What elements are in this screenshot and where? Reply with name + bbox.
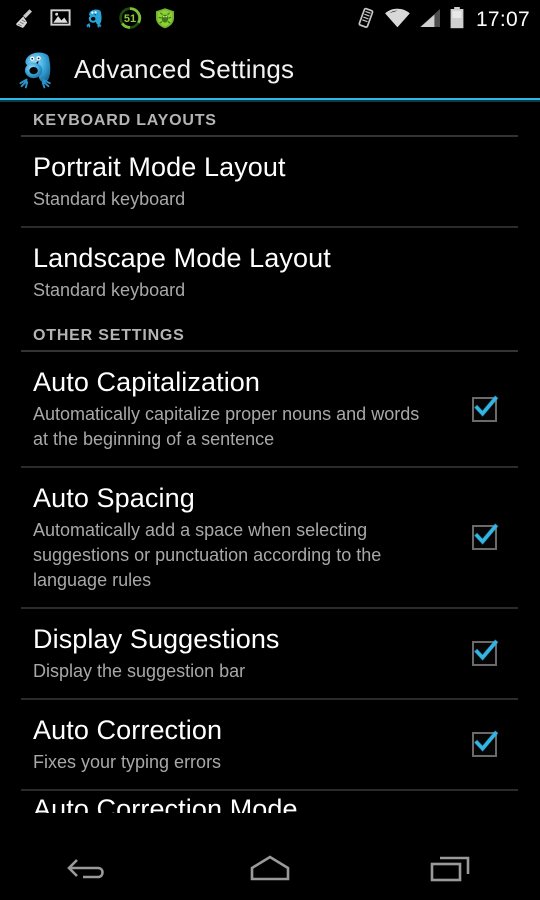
- status-bar: 51 17:07: [0, 0, 540, 40]
- pref-summary: Display the suggestion bar: [33, 661, 246, 681]
- pref-display-suggestions[interactable]: Display Suggestions Display the suggesti…: [0, 609, 540, 698]
- adaptxt-app-icon[interactable]: [16, 47, 60, 91]
- adaptxt-keyboard-icon: [83, 6, 107, 35]
- pref-text: Display Suggestions Display the suggesti…: [33, 622, 470, 684]
- antivirus-shield-icon: [153, 6, 177, 35]
- status-bar-clock: 17:07: [475, 8, 530, 31]
- checkbox-auto-spacing[interactable]: [470, 522, 500, 552]
- pref-summary: Fixes your typing errors: [33, 752, 222, 772]
- pref-title: Display Suggestions: [33, 624, 280, 654]
- checkbox-auto-capitalization[interactable]: [470, 394, 500, 424]
- pref-title: Auto Spacing: [33, 483, 195, 513]
- cell-signal-icon: [418, 7, 442, 34]
- cleaner-broom-icon: [14, 6, 38, 35]
- pref-text: Landscape Mode Layout Standard keyboard: [33, 241, 518, 303]
- pref-title: Auto Capitalization: [33, 367, 261, 397]
- pref-auto-correction[interactable]: Auto Correction Fixes your typing errors: [0, 700, 540, 789]
- nav-back-button[interactable]: [35, 842, 145, 900]
- check-icon: [469, 726, 502, 764]
- pref-auto-capitalization[interactable]: Auto Capitalization Automatically capita…: [0, 352, 540, 466]
- pref-summary: Automatically add a space when selecting…: [33, 520, 382, 590]
- settings-list[interactable]: KEYBOARD LAYOUTS Portrait Mode Layout St…: [0, 102, 540, 842]
- pref-landscape-mode-layout[interactable]: Landscape Mode Layout Standard keyboard: [0, 228, 540, 317]
- home-icon: [244, 852, 296, 891]
- section-header-other-settings: OTHER SETTINGS: [33, 327, 185, 344]
- pref-title: Portrait Mode Layout: [33, 152, 286, 182]
- battery-icon: [449, 6, 465, 35]
- pref-text: Portrait Mode Layout Standard keyboard: [33, 150, 518, 212]
- navigation-bar: [0, 842, 540, 900]
- pref-text: Auto Capitalization Automatically capita…: [33, 365, 470, 452]
- pref-summary: Standard keyboard: [33, 280, 186, 300]
- pref-text: Auto Correction Fixes your typing errors: [33, 713, 470, 775]
- vibrate-icon: [355, 6, 377, 35]
- android-screen: 51 17:07 Advanced Settings KEYBOARD LAYO…: [0, 0, 540, 900]
- check-icon: [469, 635, 502, 673]
- battery-saver-progress-icon: 51: [118, 6, 142, 35]
- pref-auto-correction-mode[interactable]: Auto Correction Mode: [0, 791, 540, 814]
- pref-portrait-mode-layout[interactable]: Portrait Mode Layout Standard keyboard: [0, 137, 540, 226]
- pref-text: Auto Spacing Automatically add a space w…: [33, 481, 470, 593]
- recent-apps-icon: [424, 852, 476, 891]
- section-header-keyboard-layouts: KEYBOARD LAYOUTS: [33, 112, 217, 129]
- status-bar-system-icons: 17:07: [355, 6, 530, 35]
- nav-recents-button[interactable]: [395, 842, 505, 900]
- page-title: Advanced Settings: [74, 53, 295, 84]
- pref-title: Landscape Mode Layout: [33, 243, 331, 273]
- pref-title: Auto Correction: [33, 715, 223, 745]
- check-icon: [469, 519, 502, 557]
- pref-title: Auto Correction Mode: [33, 793, 298, 814]
- action-bar: Advanced Settings: [0, 40, 540, 98]
- wifi-icon: [384, 7, 411, 34]
- gallery-image-icon: [49, 6, 72, 34]
- back-arrow-icon: [65, 852, 115, 891]
- status-bar-notification-icons: 51: [14, 6, 355, 35]
- pref-summary: Standard keyboard: [33, 189, 186, 209]
- pref-summary: Automatically capitalize proper nouns an…: [33, 404, 420, 449]
- svg-text:51: 51: [124, 13, 136, 25]
- checkbox-display-suggestions[interactable]: [470, 638, 500, 668]
- checkbox-auto-correction[interactable]: [470, 729, 500, 759]
- pref-text: Auto Correction Mode: [33, 792, 518, 814]
- pref-auto-spacing[interactable]: Auto Spacing Automatically add a space w…: [0, 468, 540, 607]
- check-icon: [469, 391, 502, 429]
- nav-home-button[interactable]: [215, 842, 325, 900]
